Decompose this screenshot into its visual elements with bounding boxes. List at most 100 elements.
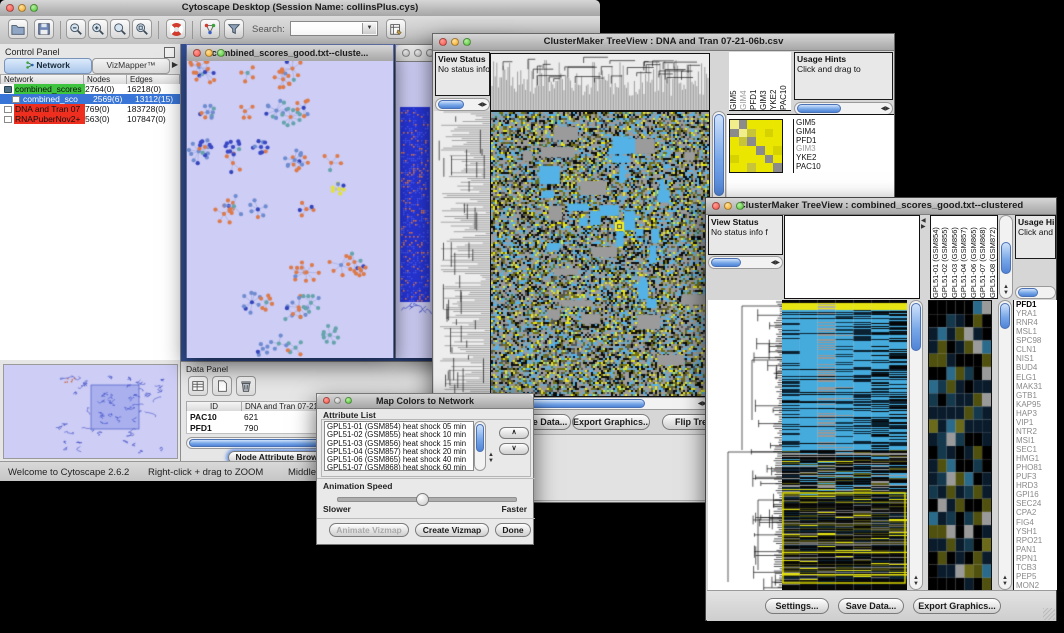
close-button[interactable]: [712, 202, 720, 210]
heatmap-cell[interactable]: [765, 146, 774, 155]
new-attribute-icon[interactable]: [212, 376, 232, 396]
network-table-row[interactable]: combined_scores2764(0)16218(0): [0, 84, 180, 94]
column-dendrogram-area[interactable]: [784, 215, 920, 299]
move-up-button[interactable]: ∧: [499, 427, 529, 439]
heatmap-cell[interactable]: [739, 137, 748, 146]
heatmap-cell[interactable]: [730, 137, 739, 146]
minimize-button[interactable]: [205, 49, 213, 57]
heatmap-cell[interactable]: [756, 163, 765, 172]
slider-thumb[interactable]: [416, 493, 429, 506]
attribute-list-item[interactable]: GPL51-01 (GSM854) heat shock 05 min: [327, 423, 471, 431]
delete-attribute-icon[interactable]: [236, 376, 256, 396]
column-dendrogram-canvas[interactable]: [490, 53, 710, 111]
heatmap-cell[interactable]: [747, 163, 756, 172]
heatmap-cell[interactable]: [756, 155, 765, 164]
cluster-window-titlebar[interactable]: combined_scores_good.txt--cluste...: [187, 45, 393, 62]
open-file-icon[interactable]: [8, 19, 28, 39]
zoom-button[interactable]: [217, 49, 225, 57]
main-titlebar[interactable]: Cytoscape Desktop (Session Name: collins…: [0, 0, 600, 17]
attribute-list-scrollbar[interactable]: [474, 421, 486, 471]
heatmap-cell[interactable]: [730, 163, 739, 172]
minimize-button[interactable]: [724, 202, 732, 210]
heatmap-vscrollbar[interactable]: ▲▼: [909, 300, 923, 590]
list-arrow-icons[interactable]: ▲▼: [488, 452, 494, 464]
network-canvas[interactable]: [187, 61, 393, 358]
tab-overflow-icon[interactable]: ▶: [172, 60, 178, 69]
network-table-row[interactable]: DNA and Tran 07769(0)183728(0): [0, 104, 180, 114]
minimize-button[interactable]: [18, 4, 26, 12]
tab-vizmapper[interactable]: VizMapper™: [92, 58, 170, 74]
minimize-button[interactable]: [451, 38, 459, 46]
heatmap-cell[interactable]: [747, 120, 756, 129]
zoom-fit-icon[interactable]: [110, 19, 130, 39]
heatmap-cell[interactable]: [747, 146, 756, 155]
heatmap-canvas[interactable]: [490, 111, 710, 397]
attribute-browser-icon[interactable]: [386, 19, 406, 39]
heatmap-cell[interactable]: [765, 155, 774, 164]
close-button[interactable]: [193, 49, 201, 57]
dialog-titlebar[interactable]: Map Colors to Network: [317, 394, 533, 409]
zoom-button[interactable]: [736, 202, 744, 210]
zoom-in-icon[interactable]: [88, 19, 108, 39]
heatmap-cell[interactable]: [739, 120, 748, 129]
table-view-icon[interactable]: [188, 376, 208, 396]
treeview1-titlebar[interactable]: ClusterMaker TreeView : DNA and Tran 07-…: [433, 34, 894, 51]
heatmap-cell[interactable]: [739, 129, 748, 138]
minimize-button[interactable]: [334, 397, 341, 404]
usage-hints-scrollbar[interactable]: [1015, 286, 1056, 299]
network-overview-canvas[interactable]: [4, 365, 177, 458]
search-input[interactable]: ▼: [290, 21, 378, 36]
view-status-scrollbar[interactable]: ◀▶: [435, 98, 490, 111]
float-panel-icon[interactable]: [164, 47, 175, 58]
treeview2-titlebar[interactable]: ClusterMaker TreeView : combined_scores_…: [706, 198, 1056, 215]
heatmap-cell[interactable]: [773, 129, 782, 138]
heatmap-cell[interactable]: [765, 163, 774, 172]
attribute-list[interactable]: GPL51-01 (GSM854) heat shock 05 minGPL51…: [324, 421, 474, 471]
heatmap-cell[interactable]: [739, 155, 748, 164]
filter-icon[interactable]: [224, 19, 244, 39]
network-table-row[interactable]: combined_sco2569(6)13112(15): [0, 94, 180, 104]
tab-network[interactable]: Network: [4, 58, 92, 74]
row-dendrogram-canvas[interactable]: [708, 300, 782, 590]
heatmap-cell[interactable]: [730, 120, 739, 129]
heatmap-canvas[interactable]: [782, 300, 907, 590]
move-down-button[interactable]: ∨: [499, 443, 529, 455]
save-data-button[interactable]: Save Data...: [838, 598, 904, 614]
animate-vizmap-button[interactable]: Animate Vizmap: [329, 523, 409, 537]
column-labels-scrollbar[interactable]: ▲▼: [999, 215, 1013, 299]
zoom-selected-icon[interactable]: [132, 19, 152, 39]
attribute-list-item[interactable]: GPL51-02 (GSM855) heat shock 10 min: [327, 431, 471, 439]
heatmap-cell[interactable]: [730, 155, 739, 164]
zoomed-heatmap-canvas[interactable]: [928, 300, 992, 592]
heatmap-cell[interactable]: [730, 129, 739, 138]
network-overview-panel[interactable]: [3, 364, 178, 459]
close-button[interactable]: [6, 4, 14, 12]
heatmap-cell[interactable]: [747, 137, 756, 146]
zoom-button[interactable]: [30, 4, 38, 12]
heatmap-cell[interactable]: [756, 129, 765, 138]
settings-button[interactable]: Settings...: [765, 598, 829, 614]
window-controls[interactable]: [6, 4, 38, 12]
heatmap-cell[interactable]: [747, 155, 756, 164]
heatmap-cell[interactable]: [765, 137, 774, 146]
heatmap-cell[interactable]: [773, 163, 782, 172]
zoom-out-icon[interactable]: [66, 19, 86, 39]
heatmap-cell[interactable]: [747, 129, 756, 138]
heatmap-cell[interactable]: [773, 146, 782, 155]
heatmap-cell[interactable]: [773, 120, 782, 129]
mini-heatmap[interactable]: [729, 119, 783, 173]
heatmap-cell[interactable]: [739, 163, 748, 172]
heatmap-cell[interactable]: [730, 146, 739, 155]
network-view-icon[interactable]: [200, 19, 220, 39]
attribute-list-item[interactable]: GPL51-07 (GSM868) heat shock 60 min: [327, 464, 471, 471]
heatmap-cell[interactable]: [765, 120, 774, 129]
attribute-list-item[interactable]: GPL51-03 (GSM856) heat shock 15 min: [327, 440, 471, 448]
heatmap-cell[interactable]: [773, 137, 782, 146]
close-button[interactable]: [439, 38, 447, 46]
save-session-icon[interactable]: [34, 19, 54, 39]
heatmap-cell[interactable]: [773, 155, 782, 164]
heatmap-cell[interactable]: [756, 120, 765, 129]
export-graphics-button[interactable]: Export Graphics...: [572, 414, 650, 430]
search-dropdown-icon[interactable]: ▼: [362, 23, 376, 34]
zoom-button[interactable]: [463, 38, 471, 46]
